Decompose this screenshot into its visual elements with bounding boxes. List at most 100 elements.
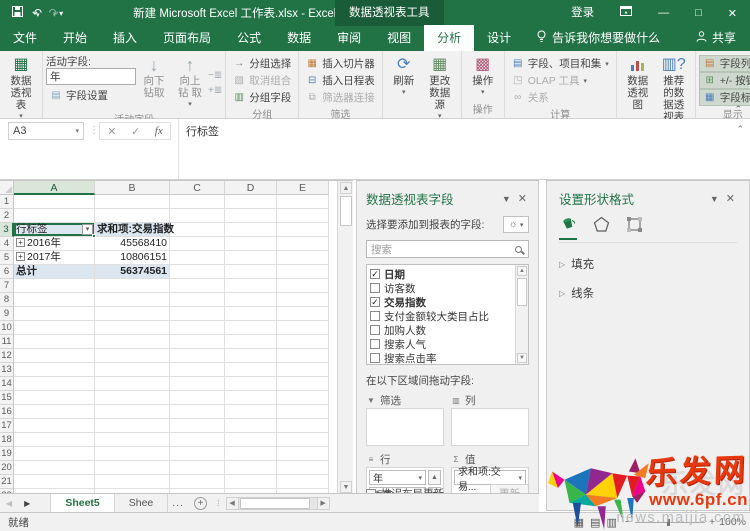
formula-bar-expand-icon[interactable]: ⌃ bbox=[736, 124, 744, 135]
cell-D11[interactable] bbox=[225, 335, 277, 349]
column-header-E[interactable]: E bbox=[277, 181, 329, 195]
cell-A9[interactable] bbox=[14, 307, 95, 321]
page-break-view-icon[interactable]: ▥ bbox=[606, 516, 616, 529]
cell-B13[interactable] bbox=[95, 363, 170, 377]
fill-handle[interactable] bbox=[92, 234, 96, 238]
horizontal-scrollbar[interactable]: ◀ ▶ bbox=[226, 497, 330, 510]
group-selection-button[interactable]: →分组选择 bbox=[229, 55, 295, 72]
cell-B16[interactable] bbox=[95, 405, 170, 419]
row-header-19[interactable]: 19 bbox=[0, 447, 14, 461]
cell-E17[interactable] bbox=[277, 419, 329, 433]
cell-D20[interactable] bbox=[225, 461, 277, 475]
column-header-D[interactable]: D bbox=[225, 181, 277, 195]
cell-B11[interactable] bbox=[95, 335, 170, 349]
insert-timeline-button[interactable]: ⊟插入日程表 bbox=[302, 72, 379, 89]
group-field-button[interactable]: ▥分组字段 bbox=[229, 89, 295, 106]
cell-A4[interactable]: +2016年 bbox=[14, 237, 95, 251]
change-data-source-button[interactable]: ▦ 更改 数据源▾ bbox=[422, 53, 458, 125]
row-header-1[interactable]: 1 bbox=[0, 195, 14, 209]
cell-A18[interactable] bbox=[14, 433, 95, 447]
refresh-button[interactable]: ⟳ 刷新▾ bbox=[386, 53, 422, 125]
field-list-scrollbar[interactable]: ▲ ▼ bbox=[515, 265, 528, 364]
cell-C11[interactable] bbox=[170, 335, 225, 349]
cell-B2[interactable] bbox=[95, 209, 170, 223]
cell-E9[interactable] bbox=[277, 307, 329, 321]
cell-A3[interactable]: 行标签▾ bbox=[14, 223, 95, 237]
cell-D17[interactable] bbox=[225, 419, 277, 433]
cell-B17[interactable] bbox=[95, 419, 170, 433]
cell-C9[interactable] bbox=[170, 307, 225, 321]
cell-C14[interactable] bbox=[170, 377, 225, 391]
page-layout-view-icon[interactable]: ▤ bbox=[590, 516, 600, 529]
cell-A20[interactable] bbox=[14, 461, 95, 475]
cell-B18[interactable] bbox=[95, 433, 170, 447]
cell-D6[interactable] bbox=[225, 265, 277, 279]
ungroup-button[interactable]: ▧取消组合 bbox=[229, 72, 295, 89]
cell-E4[interactable] bbox=[277, 237, 329, 251]
row-header-9[interactable]: 9 bbox=[0, 307, 14, 321]
cell-A16[interactable] bbox=[14, 405, 95, 419]
row-header-10[interactable]: 10 bbox=[0, 321, 14, 335]
cell-B15[interactable] bbox=[95, 391, 170, 405]
cell-A5[interactable]: +2017年 bbox=[14, 251, 95, 265]
field-item-2[interactable]: ✓交易指数 bbox=[370, 295, 514, 309]
tab-formulas[interactable]: 公式 bbox=[224, 25, 274, 51]
field-settings-button[interactable]: ▤ 字段设置 bbox=[46, 87, 136, 104]
row-header-6[interactable]: 6 bbox=[0, 265, 14, 279]
cell-B19[interactable] bbox=[95, 447, 170, 461]
cell-D9[interactable] bbox=[225, 307, 277, 321]
cell-C18[interactable] bbox=[170, 433, 225, 447]
confirm-entry-icon[interactable]: ✓ bbox=[131, 125, 140, 138]
next-sheet-icon[interactable]: ▶ bbox=[18, 499, 36, 508]
row-header-7[interactable]: 7 bbox=[0, 279, 14, 293]
cell-C12[interactable] bbox=[170, 349, 225, 363]
customize-qat-icon[interactable]: ▾ bbox=[59, 9, 63, 18]
cell-C20[interactable] bbox=[170, 461, 225, 475]
cell-E14[interactable] bbox=[277, 377, 329, 391]
insert-function-icon[interactable]: fx bbox=[155, 125, 163, 137]
cell-C4[interactable] bbox=[170, 237, 225, 251]
cell-D18[interactable] bbox=[225, 433, 277, 447]
cell-E7[interactable] bbox=[277, 279, 329, 293]
cell-B9[interactable] bbox=[95, 307, 170, 321]
context-tool-tab[interactable]: 数据透视表工具 bbox=[335, 0, 444, 26]
tab-home[interactable]: 开始 bbox=[50, 25, 100, 51]
tab-review[interactable]: 审阅 bbox=[324, 25, 374, 51]
field-checkbox[interactable] bbox=[370, 353, 380, 363]
pane-options-icon[interactable]: ▼ bbox=[497, 194, 516, 204]
cell-D12[interactable] bbox=[225, 349, 277, 363]
cell-E12[interactable] bbox=[277, 349, 329, 363]
field-list-toggle[interactable]: ▤字段列表 bbox=[699, 55, 750, 72]
scroll-down-icon[interactable]: ▼ bbox=[340, 481, 352, 493]
row-header-8[interactable]: 8 bbox=[0, 293, 14, 307]
cell-A12[interactable] bbox=[14, 349, 95, 363]
normal-view-icon[interactable]: ▦ bbox=[574, 516, 584, 529]
cell-E11[interactable] bbox=[277, 335, 329, 349]
cancel-entry-icon[interactable]: ✕ bbox=[107, 125, 116, 138]
cell-C3[interactable] bbox=[170, 223, 225, 237]
format-pane-close-icon[interactable]: ✕ bbox=[724, 192, 737, 205]
zoom-out-icon[interactable]: − bbox=[625, 516, 631, 528]
cell-D14[interactable] bbox=[225, 377, 277, 391]
field-scroll-down-icon[interactable]: ▼ bbox=[517, 353, 527, 363]
cell-A8[interactable] bbox=[14, 293, 95, 307]
vertical-scroll-thumb[interactable] bbox=[340, 196, 352, 226]
cell-A11[interactable] bbox=[14, 335, 95, 349]
field-item-3[interactable]: 支付金额较大类目占比 bbox=[370, 309, 514, 323]
field-checkbox[interactable] bbox=[370, 339, 380, 349]
cell-B8[interactable] bbox=[95, 293, 170, 307]
zoom-level[interactable]: 100% bbox=[719, 516, 746, 528]
tab-insert[interactable]: 插入 bbox=[100, 25, 150, 51]
sheet-overflow-indicator[interactable]: ... bbox=[168, 497, 188, 509]
cell-D5[interactable] bbox=[225, 251, 277, 265]
cell-E5[interactable] bbox=[277, 251, 329, 265]
name-box-dropdown-icon[interactable]: ▾ bbox=[75, 127, 79, 135]
column-header-B[interactable]: B bbox=[95, 181, 170, 195]
sheet-tab-sheet5[interactable]: Sheet5 bbox=[50, 494, 114, 512]
cell-E10[interactable] bbox=[277, 321, 329, 335]
sheet-tab-2[interactable]: Shee bbox=[115, 494, 169, 512]
field-item-1[interactable]: 访客数 bbox=[370, 281, 514, 295]
cell-D15[interactable] bbox=[225, 391, 277, 405]
cell-B7[interactable] bbox=[95, 279, 170, 293]
row-header-17[interactable]: 17 bbox=[0, 419, 14, 433]
